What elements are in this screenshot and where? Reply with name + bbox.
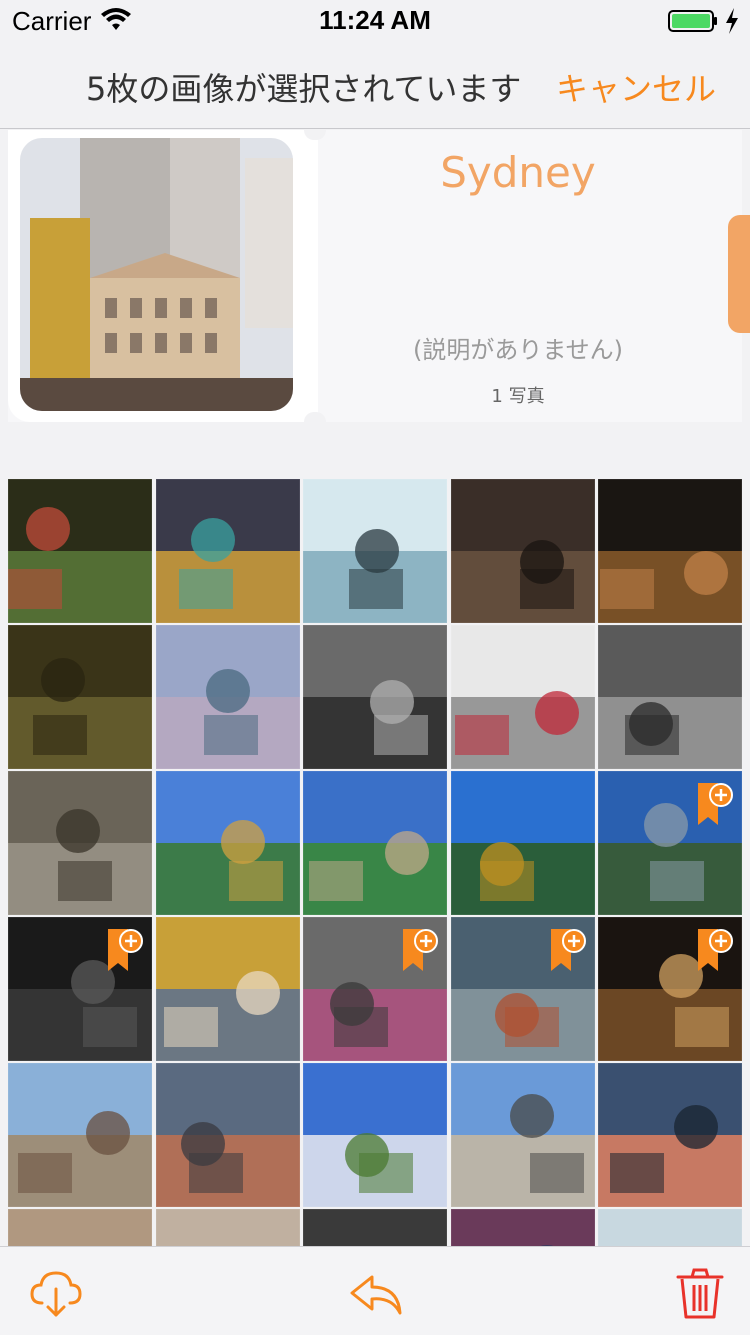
photo-thumbnail-orthodox-church[interactable] <box>303 1063 447 1207</box>
selection-count-title: 5枚の画像が選択されています <box>86 70 522 108</box>
photo-thumbnail-market-stall[interactable] <box>451 1209 595 1247</box>
photo-thumbnail-harbour-dusk[interactable] <box>598 1063 742 1207</box>
photo-thumbnail-glass-building[interactable] <box>598 1209 742 1247</box>
reply-icon[interactable] <box>348 1265 404 1321</box>
album-title[interactable]: Sydney <box>338 148 698 197</box>
photo-thumbnail-city-panorama[interactable] <box>451 917 595 1061</box>
battery-icon <box>668 10 717 32</box>
status-time: 11:24 AM <box>319 5 431 35</box>
photo-thumbnail-db-station[interactable] <box>303 479 447 623</box>
navigation-bar: 5枚の画像が選択されています キャンセル <box>0 40 750 129</box>
photo-thumbnail-abandoned-room[interactable] <box>8 625 152 769</box>
photo-thumbnail-castle-gate[interactable] <box>8 771 152 915</box>
photo-thumbnail-bird-mural[interactable] <box>303 917 447 1061</box>
photo-thumbnail-interior-dome[interactable] <box>156 1209 300 1247</box>
selected-bookmark-plus-icon <box>551 929 586 971</box>
cancel-button[interactable]: キャンセル <box>556 64 716 110</box>
selected-bookmark-plus-icon <box>403 929 438 971</box>
selected-bookmark-plus-icon <box>698 929 733 971</box>
photo-thumbnail-timber-houses[interactable] <box>156 917 300 1061</box>
photo-thumbnail-portrait-red-door[interactable] <box>451 625 595 769</box>
photo-thumbnail-palace-garden[interactable] <box>303 771 447 915</box>
photo-thumbnail-night-plaza[interactable] <box>598 917 742 1061</box>
photo-thumbnail-palace-fountains[interactable] <box>156 771 300 915</box>
album-scroll-handle[interactable] <box>728 215 750 333</box>
card-notch <box>304 412 326 422</box>
album-card: Sydney (説明がありません) 1 写真 <box>8 130 742 422</box>
photo-thumbnail-walk-of-fame-star[interactable] <box>8 917 152 1061</box>
photo-thumbnail-golden-fountain[interactable] <box>451 771 595 915</box>
photo-thumbnail-bw-window-field[interactable] <box>303 625 447 769</box>
album-photo-count: 1 写真 <box>491 386 545 407</box>
photo-thumbnail-pottery-shelf[interactable] <box>598 479 742 623</box>
selected-bookmark-plus-icon <box>108 929 143 971</box>
photo-thumbnail-interior-arch[interactable] <box>8 1209 152 1247</box>
photo-thumbnail-railing-finials[interactable] <box>451 479 595 623</box>
photo-thumbnail-graffiti-wall[interactable] <box>8 479 152 623</box>
photo-thumbnail-blurred-street[interactable] <box>303 1209 447 1247</box>
photo-thumbnail-fountain-pond[interactable] <box>598 771 742 915</box>
photo-thumbnail-bw-theatre[interactable] <box>598 625 742 769</box>
charging-bolt-icon <box>726 8 738 34</box>
photo-thumbnail-dam-reflection[interactable] <box>156 625 300 769</box>
selected-bookmark-plus-icon <box>698 783 733 825</box>
cloud-download-icon[interactable] <box>28 1265 84 1321</box>
bottom-toolbar <box>0 1246 750 1335</box>
photo-thumbnail-bridge-reflection[interactable] <box>156 1063 300 1207</box>
status-bar: Carrier 11:24 AM <box>0 0 750 40</box>
trash-icon[interactable] <box>672 1265 728 1321</box>
photo-thumbnail-corner-building[interactable] <box>451 1063 595 1207</box>
album-description[interactable]: (説明がありません) <box>338 330 698 365</box>
album-cover-frame <box>8 130 318 422</box>
photo-thumbnail-street-mural[interactable] <box>156 479 300 623</box>
album-cover-image[interactable] <box>20 138 293 411</box>
photo-grid <box>8 479 744 1247</box>
photo-thumbnail-stone-rooftops[interactable] <box>8 1063 152 1207</box>
